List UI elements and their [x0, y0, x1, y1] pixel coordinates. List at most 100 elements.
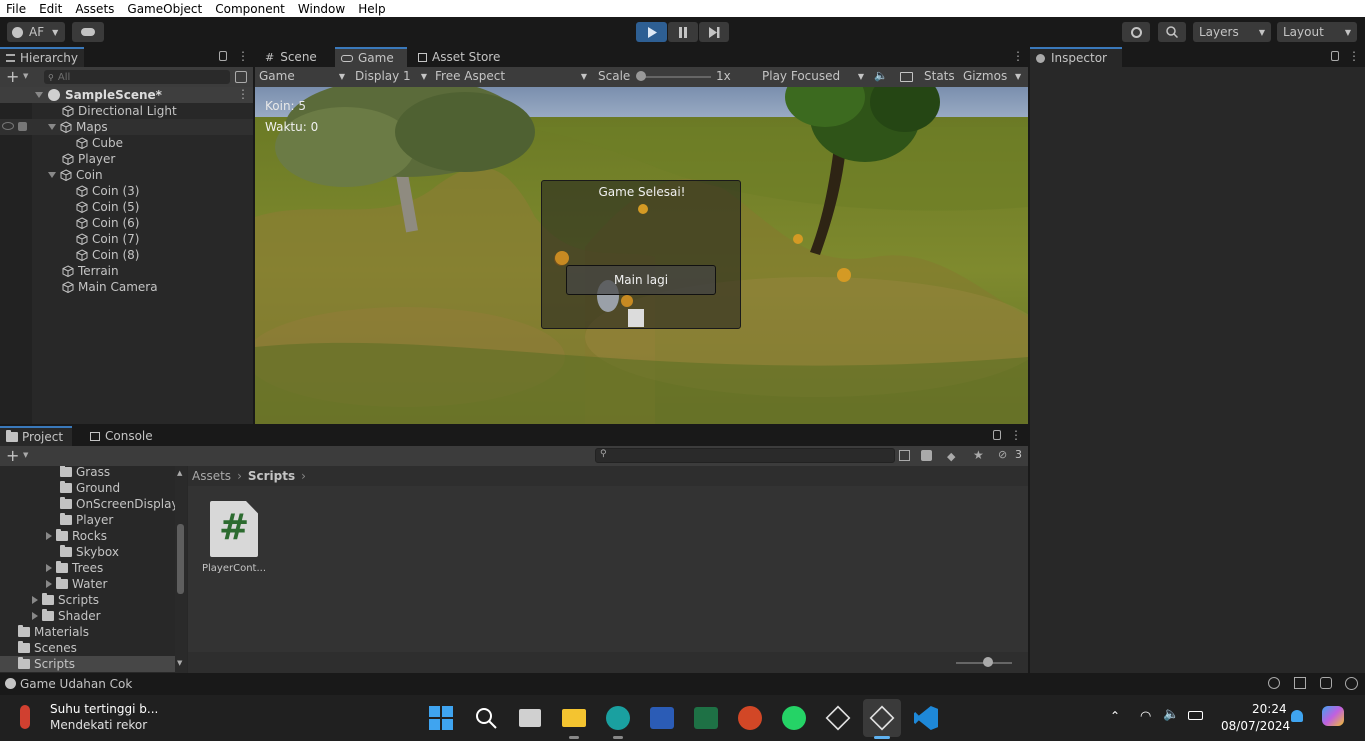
expand-icon[interactable] [46, 532, 52, 540]
chevron-down-icon[interactable]: ▼ [23, 451, 28, 459]
eye-icon[interactable] [2, 122, 14, 130]
notification-bell-icon[interactable] [1291, 710, 1303, 722]
folder-player[interactable]: Player [60, 512, 113, 528]
folder-water[interactable]: Water [46, 576, 107, 592]
tab-game[interactable]: Game [335, 47, 407, 67]
network-icon[interactable] [1320, 677, 1332, 689]
add-icon[interactable]: + [6, 446, 19, 465]
scale-slider-handle[interactable] [636, 71, 646, 81]
history-button[interactable] [1122, 22, 1150, 42]
search-taskbar-button[interactable] [471, 703, 501, 733]
task-view-button[interactable] [515, 703, 545, 733]
label-icon[interactable]: ◆ [947, 450, 955, 463]
hierarchy-item-coin-6[interactable]: Coin (6) [76, 215, 139, 231]
menu-help[interactable]: Help [358, 2, 385, 16]
search-button[interactable] [1158, 22, 1186, 42]
keyboard-icon[interactable] [900, 72, 913, 82]
start-button[interactable] [426, 703, 456, 733]
scroll-down-icon[interactable]: ▼ [177, 659, 182, 667]
tab-inspector[interactable]: Inspector [1030, 47, 1122, 67]
step-button[interactable] [699, 22, 729, 42]
folder-grass[interactable]: Grass [60, 466, 110, 480]
expand-icon[interactable] [48, 124, 56, 130]
menu-edit[interactable]: Edit [39, 2, 62, 16]
unity-hub-button[interactable] [823, 703, 853, 733]
hierarchy-item-cube[interactable]: Cube [76, 135, 123, 151]
whatsapp-button[interactable] [779, 703, 809, 733]
folder-skybox[interactable]: Skybox [60, 544, 119, 560]
unity-editor-button[interactable] [863, 699, 901, 737]
file-explorer-button[interactable] [559, 703, 589, 733]
breadcrumb-assets[interactable]: Assets [192, 469, 231, 483]
weather-title[interactable]: Suhu tertinggi b... [50, 702, 158, 716]
chevron-down-icon[interactable]: ▼ [1015, 72, 1021, 81]
expand-icon[interactable] [46, 580, 52, 588]
hidden-packages-icon[interactable]: ⊘ [998, 448, 1007, 461]
edge-button[interactable] [603, 703, 633, 733]
hierarchy-item-terrain[interactable]: Terrain [62, 263, 119, 279]
play-mode-dropdown[interactable]: Play Focused ▼ [762, 69, 864, 85]
hierarchy-item-main-camera[interactable]: Main Camera [62, 279, 158, 295]
more-icon[interactable]: ⋮ [1012, 49, 1024, 63]
tab-project[interactable]: Project [0, 426, 72, 446]
menu-file[interactable]: File [6, 2, 26, 16]
scene-search-icon[interactable] [235, 71, 247, 83]
folder-ground[interactable]: Ground [60, 480, 120, 496]
volume-icon[interactable]: 🔈 [1163, 707, 1179, 722]
weather-subtitle[interactable]: Mendekati rekor [50, 718, 147, 732]
hierarchy-item-directional-light[interactable]: Directional Light [62, 103, 177, 119]
more-icon[interactable]: ⋮ [237, 87, 249, 101]
folder-scenes[interactable]: Scenes [18, 640, 77, 656]
add-icon[interactable]: + [6, 67, 19, 86]
check-circle-icon[interactable] [1345, 677, 1358, 690]
scale-slider[interactable] [637, 76, 711, 78]
search-by-type-icon[interactable] [899, 450, 910, 461]
pause-button[interactable] [668, 22, 698, 42]
layout-dropdown[interactable]: Layout ▼ [1277, 22, 1357, 42]
wifi-icon[interactable]: ◠ [1140, 709, 1151, 724]
cloud-button[interactable] [72, 22, 104, 42]
lock-icon[interactable] [219, 51, 227, 61]
menu-window[interactable]: Window [298, 2, 345, 16]
stats-button[interactable]: Stats [924, 69, 955, 83]
hierarchy-item-coin-8[interactable]: Coin (8) [76, 247, 139, 263]
word-button[interactable] [647, 703, 677, 733]
play-again-button[interactable]: Main lagi [566, 265, 716, 295]
hierarchy-item-maps[interactable]: Maps [48, 119, 108, 135]
folder-rocks[interactable]: Rocks [46, 528, 107, 544]
tab-asset-store[interactable]: Asset Store [412, 47, 512, 67]
menu-component[interactable]: Component [215, 2, 285, 16]
scroll-up-icon[interactable]: ▲ [177, 469, 182, 477]
zoom-slider-handle[interactable] [983, 657, 993, 667]
copilot-icon[interactable] [1322, 706, 1344, 726]
folder-trees[interactable]: Trees [46, 560, 103, 576]
status-message[interactable]: Game Udahan Cok [20, 677, 132, 691]
expand-icon[interactable] [48, 172, 56, 178]
cache-icon[interactable] [1294, 677, 1306, 689]
favorite-icon[interactable]: ★ [973, 448, 984, 462]
scene-row[interactable]: SampleScene* ⋮ [0, 87, 253, 103]
expand-icon[interactable] [32, 596, 38, 604]
tab-console[interactable]: Console [84, 426, 164, 446]
project-search-input[interactable]: ⚲ [595, 448, 895, 463]
lock-icon[interactable] [1331, 51, 1339, 61]
more-icon[interactable]: ⋮ [1348, 49, 1360, 63]
clock-date[interactable]: 08/07/2024 [1221, 719, 1290, 733]
expand-icon[interactable] [46, 564, 52, 572]
expand-icon[interactable] [35, 92, 43, 98]
scrollbar-thumb[interactable] [177, 524, 184, 594]
hand-icon[interactable] [18, 122, 27, 131]
more-icon[interactable]: ⋮ [1010, 428, 1022, 442]
hierarchy-item-coin-5[interactable]: Coin (5) [76, 199, 139, 215]
expand-icon[interactable] [32, 612, 38, 620]
filter-type-icon[interactable] [921, 450, 932, 461]
chevron-down-icon[interactable]: ▼ [23, 72, 28, 80]
menu-gameobject[interactable]: GameObject [127, 2, 202, 16]
hierarchy-search-input[interactable]: ⚲ All [44, 70, 230, 84]
excel-button[interactable] [691, 703, 721, 733]
hierarchy-item-coin-7[interactable]: Coin (7) [76, 231, 139, 247]
powerpoint-button[interactable] [735, 703, 765, 733]
tab-hierarchy[interactable]: Hierarchy [0, 47, 84, 67]
breadcrumb-scripts[interactable]: Scripts [248, 469, 295, 483]
aspect-dropdown[interactable]: Free Aspect ▼ [435, 69, 587, 85]
